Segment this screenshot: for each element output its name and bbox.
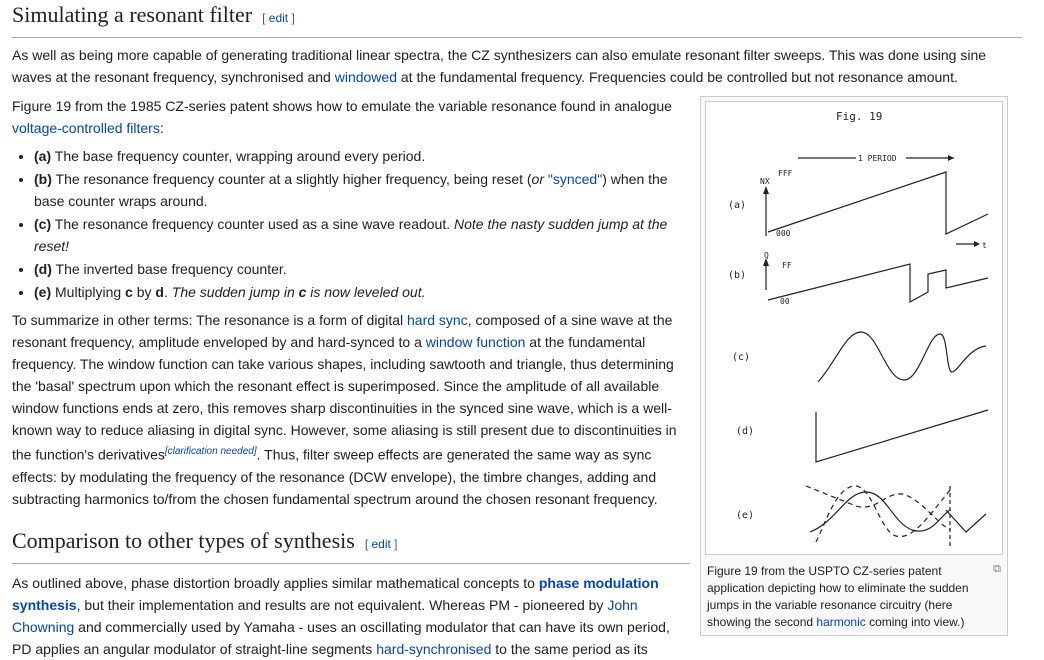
text: The resonance frequency counter at a sli… [51,171,532,187]
hard-sync-link[interactable]: hard sync [407,312,468,328]
heading-text: Comparison to other types of synthesis [12,528,355,553]
window-function-link[interactable]: window function [426,334,526,350]
text: at the fundamental frequency. Frequencie… [396,69,958,85]
edit-section-link[interactable]: edit [371,537,390,551]
zero3-label: 000 [776,229,791,238]
arrowhead-a [763,186,769,194]
ff-label: FF [782,261,792,270]
wave-d [815,409,989,463]
text: coming into view.) [865,615,965,629]
text: , but their implementation and results a… [76,597,608,613]
figure-thumbnail: Fig. 19 1 PERIOD (a) (b) (c) (d) (e) NX … [700,96,1008,636]
wave-e-dash [805,485,951,531]
edit-link-wrapper: [ edit ] [262,11,295,25]
text: : [159,120,164,136]
text: As outlined above, phase distortion broa… [12,575,539,591]
harmonic-link[interactable]: harmonic [816,615,865,629]
patent-figure: Fig. 19 1 PERIOD (a) (b) (c) (d) (e) NX … [728,110,989,546]
left-column: Figure 19 from the 1985 CZ-series patent… [12,95,677,510]
text: The base frequency counter, wrapping aro… [51,148,426,164]
summary-paragraph: To summarize in other terms: The resonan… [12,309,677,510]
text: c [125,284,133,300]
edit-section-link[interactable]: edit [269,11,288,25]
label-a: (a) [728,200,746,211]
t-label: t [982,241,987,250]
figure-caption: Figure 19 from the USPTO CZ-series paten… [707,563,987,631]
wave-a [767,171,989,235]
nx-label: NX [760,177,770,186]
item-key: (b) [34,171,52,187]
list-item: (d) The inverted base frequency counter. [34,258,677,280]
text: by [132,284,156,300]
label-c: (c) [732,352,750,363]
text: The inverted base frequency counter. [51,261,287,277]
fig-title: Fig. 19 [836,110,882,123]
text: To summarize in other terms: The resonan… [12,312,408,328]
item-key: (c) [34,216,52,232]
list-item: (b) The resonance frequency counter at a… [34,168,677,212]
wave-e-tail [945,509,987,533]
fff-label: FFF [778,169,793,178]
section-heading-comparison: Comparison to other types of synthesis [ … [12,526,690,564]
text: . [163,284,172,300]
period-label: 1 PERIOD [858,154,897,163]
arrowhead-right [948,155,954,161]
item-key: (d) [34,261,52,277]
edit-link-wrapper: [ edit ] [364,537,398,551]
intro-paragraph: As well as being more capable of generat… [12,44,1012,88]
text: The resonance frequency counter used as … [51,216,455,232]
label-b: (b) [728,270,746,281]
clarification-needed-link[interactable]: [clarification needed] [165,446,257,457]
item-key: (a) [34,148,52,164]
q-label: Q [764,251,769,260]
text: is now leveled out. [306,284,426,300]
patent-paragraph: Figure 19 from the 1985 CZ-series patent… [12,95,677,139]
zero2-label: 00 [780,297,790,306]
hard-synchronised-link[interactable]: hard-synchronised [376,641,491,657]
section-heading-resonant-filter: Simulating a resonant filter [ edit ] [12,0,1022,38]
enlarge-icon[interactable]: ⧉ [993,563,1001,576]
text: d [155,284,164,300]
comparison-paragraph: As outlined above, phase distortion broa… [12,572,690,660]
list-item: (a) The base frequency counter, wrapping… [34,145,677,167]
text: to the same period as its [491,641,648,657]
wave-e-dash2 [815,485,951,543]
vcf-link[interactable]: voltage-controlled filters [12,120,160,136]
text: at the fundamental frequency. The window… [12,334,677,463]
text: Multiplying [51,284,126,300]
text: Figure 19 from the 1985 CZ-series patent… [12,98,672,114]
label-e: (e) [736,510,754,521]
windowed-link[interactable]: windowed [335,69,397,85]
list-item: (e) Multiplying c by d. The sudden jump … [34,281,677,303]
list-item: (c) The resonance frequency counter used… [34,213,677,257]
text: The sudden jump in [171,284,299,300]
arrowhead-t [974,241,980,247]
text: or [531,171,548,187]
heading-text: Simulating a resonant filter [12,2,253,27]
item-key: (e) [34,284,52,300]
wave-c [817,331,987,383]
synced-link[interactable]: "synced" [548,171,602,187]
figure-image[interactable]: Fig. 19 1 PERIOD (a) (b) (c) (d) (e) NX … [705,101,1003,555]
wave-b [767,263,989,304]
steps-list: (a) The base frequency counter, wrapping… [12,145,677,303]
label-d: (d) [736,426,754,437]
